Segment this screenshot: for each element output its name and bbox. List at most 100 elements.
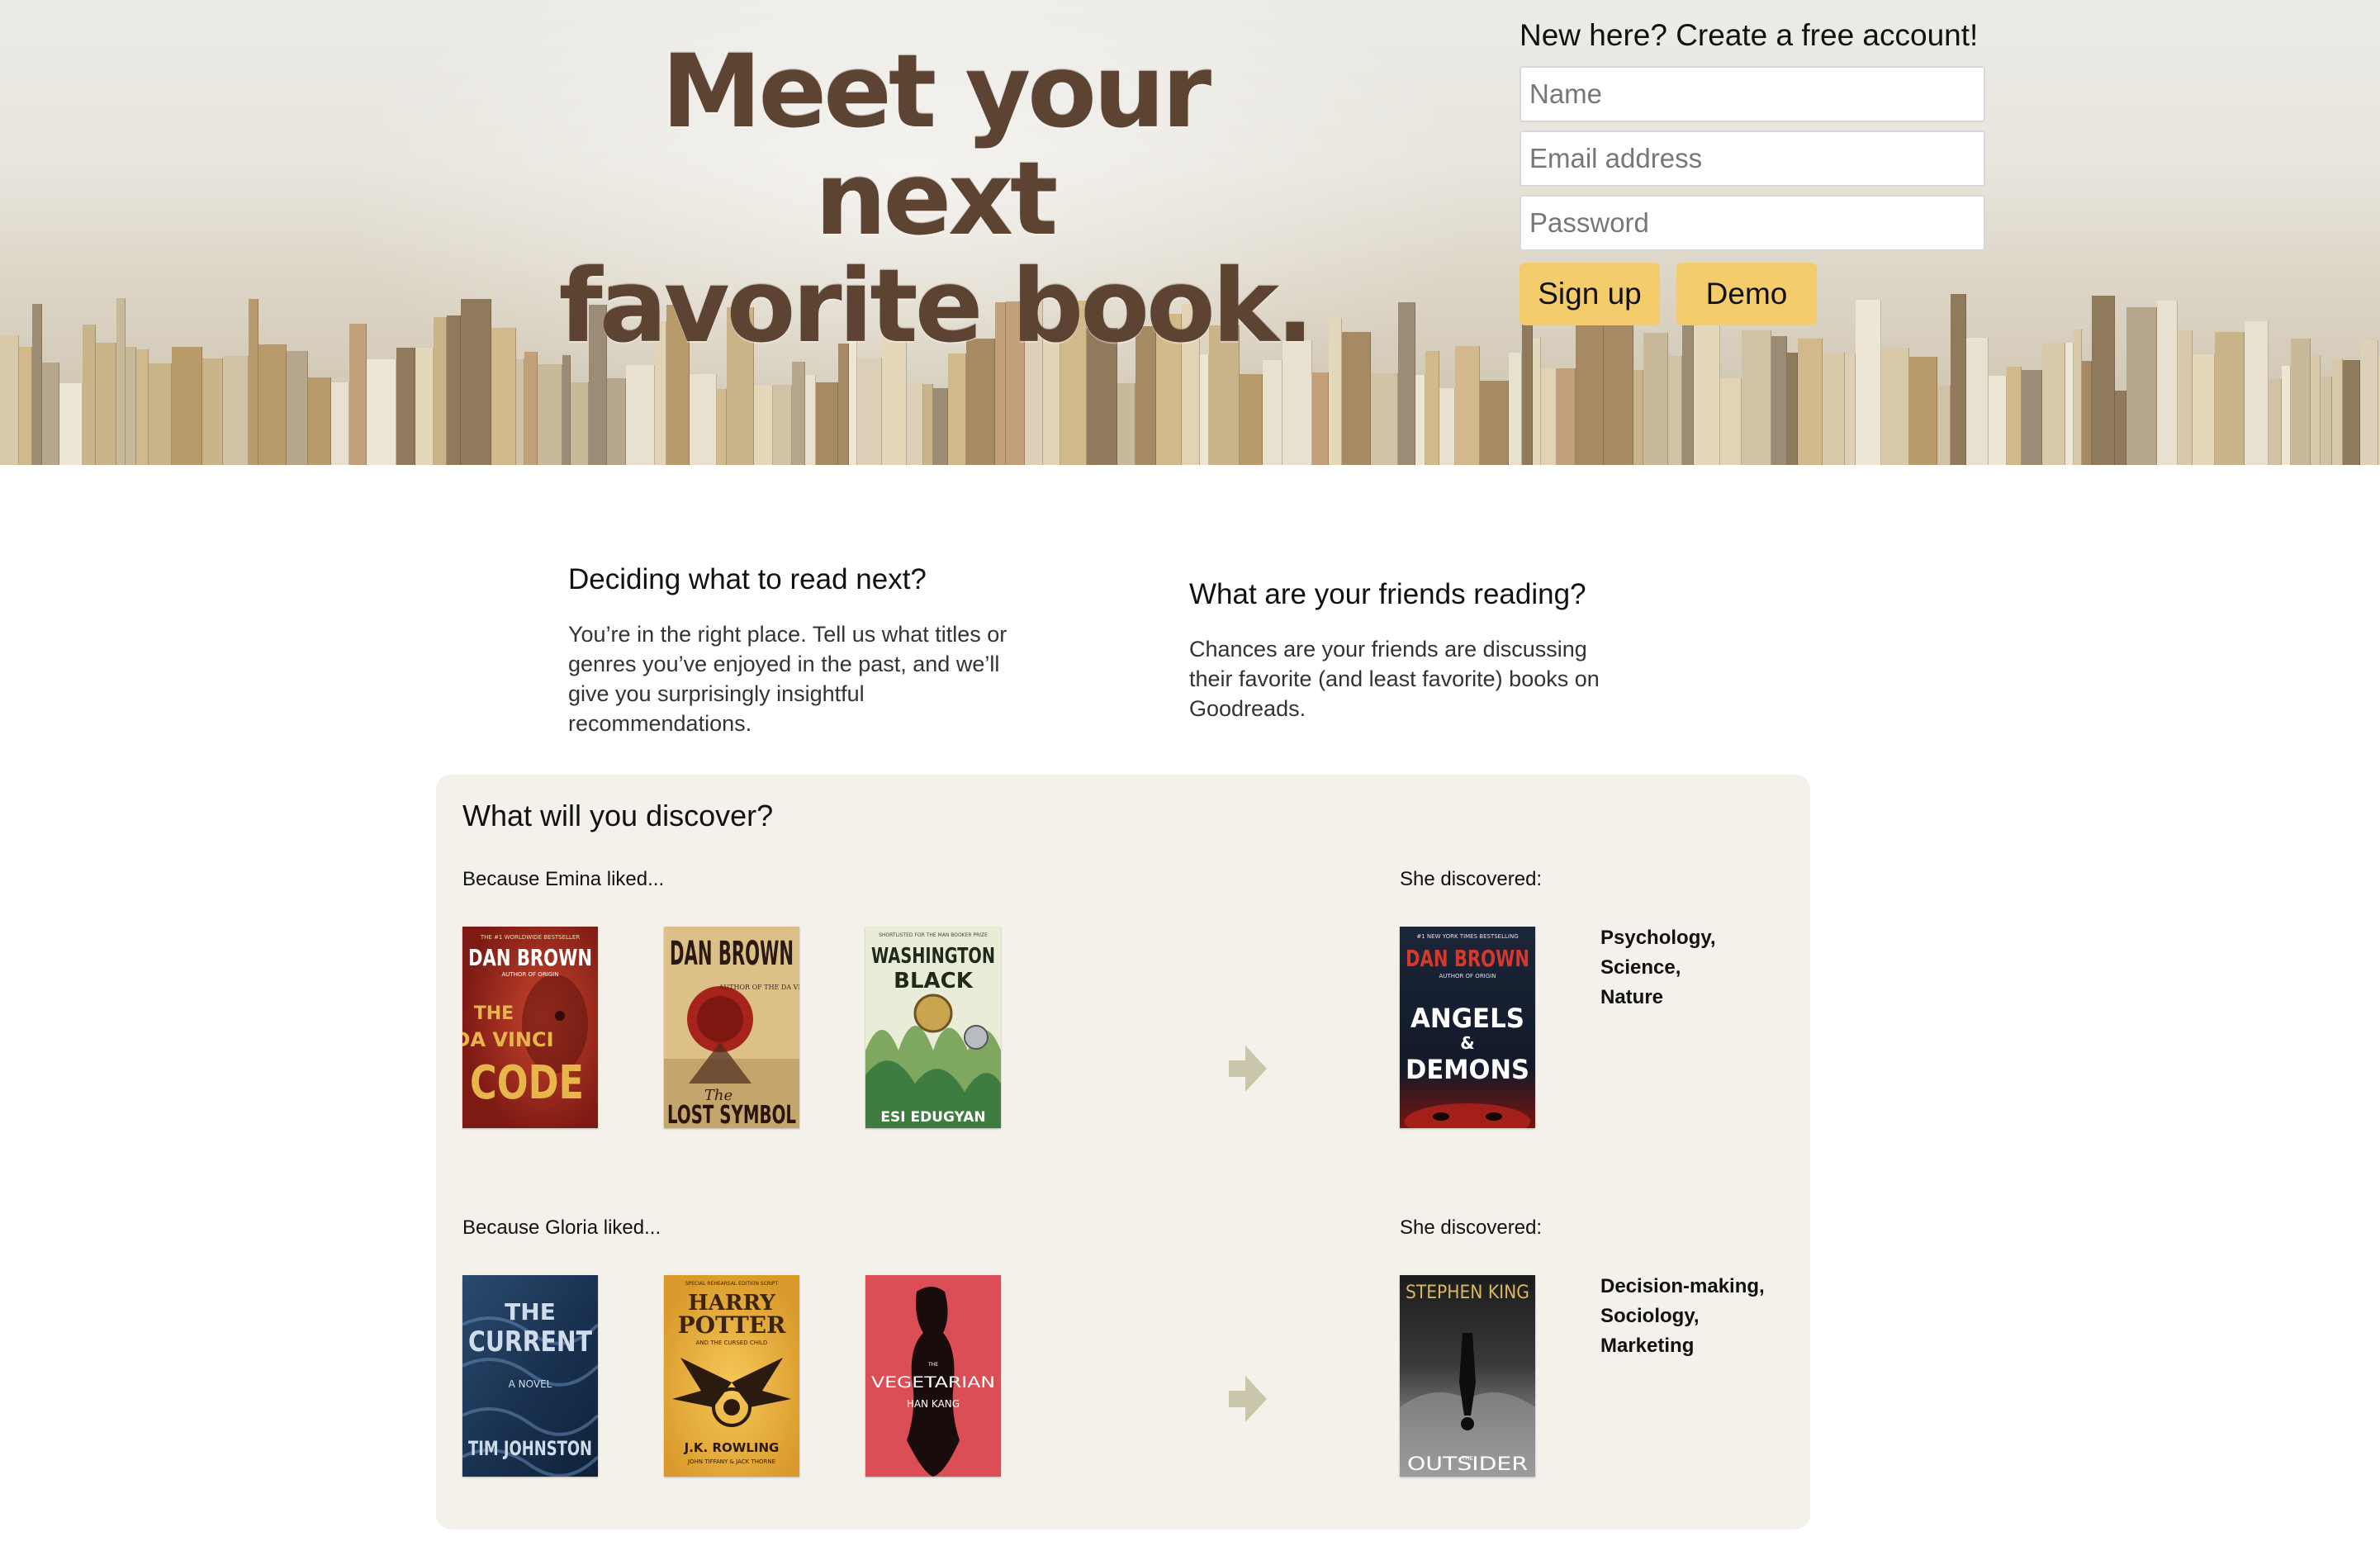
- svg-text:ANGELS: ANGELS: [1410, 1003, 1524, 1034]
- book-spine: [907, 383, 923, 465]
- book-spine: [2178, 330, 2193, 465]
- book-cover-the-vegetarian[interactable]: THE VEGETARIAN HAN KANG: [865, 1275, 1001, 1477]
- book-spine: [1989, 376, 2007, 465]
- svg-text:POTTER: POTTER: [678, 1311, 786, 1339]
- svg-text:THE: THE: [927, 1362, 938, 1368]
- book-spine: [1633, 370, 1643, 465]
- book-spine-edge: [2244, 332, 2245, 465]
- book-spine: [538, 364, 562, 465]
- headline-line-1: Meet your next: [661, 33, 1211, 258]
- book-spine: [349, 324, 367, 465]
- name-field[interactable]: [1520, 66, 1985, 122]
- book-spine: [172, 347, 202, 465]
- book-spine-edge: [1328, 372, 1329, 465]
- book-spine: [2092, 296, 2115, 465]
- book-spine-edge: [588, 382, 589, 465]
- book-spine: [2343, 360, 2360, 465]
- book-spine: [59, 383, 83, 465]
- book-spine: [136, 349, 149, 465]
- book-spine: [571, 382, 589, 465]
- book-spine: [1787, 353, 1798, 465]
- book-cover-lost-symbol[interactable]: DAN BROWN AUTHOR OF THE DA VINCI CODE Th…: [664, 927, 799, 1128]
- book-spine-edge: [2091, 361, 2092, 465]
- book-spine: [287, 351, 308, 465]
- discover-title: What will you discover?: [462, 799, 774, 832]
- feature-heading: What are your friends reading?: [1189, 578, 1586, 610]
- book-cover-the-outsider[interactable]: STEPHEN KING THE OUTSIDER: [1400, 1275, 1535, 1477]
- book-spine-edge: [947, 388, 948, 465]
- demo-button[interactable]: Demo: [1676, 263, 1817, 325]
- book-spine-edge: [537, 352, 538, 465]
- sign-up-button[interactable]: Sign up: [1520, 263, 1660, 325]
- book-spine: [2022, 370, 2042, 465]
- book-spine-edge: [1397, 373, 1398, 465]
- book-spine-edge: [446, 317, 447, 465]
- book-spine-edge: [1797, 353, 1798, 465]
- hero-headline: Meet your next favorite book.: [555, 38, 1315, 360]
- book-spine-edge: [1341, 318, 1342, 465]
- book-spine: [367, 359, 396, 465]
- book-spine-edge: [1208, 354, 1209, 465]
- book-spine: [1771, 336, 1787, 465]
- book-spine-edge: [2290, 366, 2291, 465]
- book-spine: [1342, 332, 1371, 465]
- book-spine-edge: [1741, 378, 1742, 465]
- book-spine-edge: [1908, 348, 1909, 465]
- feature-deciding: Deciding what to read next? You’re in th…: [568, 562, 1014, 738]
- book-spine-edge: [654, 365, 655, 465]
- svg-text:OUTSIDER: OUTSIDER: [1407, 1454, 1528, 1475]
- book-spine: [2321, 377, 2332, 465]
- book-cover-harry-potter[interactable]: SPECIAL REHEARSAL EDITION SCRIPT HARRY P…: [664, 1275, 799, 1477]
- book-spine: [149, 363, 172, 465]
- book-spine: [1415, 375, 1425, 465]
- svg-text:VEGETARIAN: VEGETARIAN: [871, 1373, 995, 1392]
- book-spine: [1845, 353, 1856, 465]
- book-spine: [857, 358, 882, 465]
- svg-text:#1 NEW YORK TIMES BESTSELLING: #1 NEW YORK TIMES BESTSELLING: [1416, 933, 1518, 940]
- book-spine: [1533, 338, 1541, 465]
- svg-text:A NOVEL: A NOVEL: [509, 1378, 552, 1390]
- book-spine-edge: [1532, 319, 1533, 465]
- book-spine: [1557, 368, 1576, 465]
- book-spine: [447, 315, 461, 465]
- book-spine: [308, 377, 331, 465]
- book-cover-da-vinci-code[interactable]: THE #1 WORLDWIDE BESTSELLER DAN BROWN AU…: [462, 927, 598, 1128]
- book-spine: [1720, 378, 1742, 465]
- book-cover-washington-black[interactable]: SHORTLISTED FOR THE MAN BOOKER PRIZE WAS…: [865, 927, 1001, 1128]
- email-field[interactable]: [1520, 130, 1985, 187]
- book-cover-angels-demons[interactable]: #1 NEW YORK TIMES BESTSELLING DAN BROWN …: [1400, 927, 1535, 1128]
- book-spine-edge: [433, 348, 434, 465]
- book-spine: [1668, 356, 1682, 465]
- book-spine: [1742, 330, 1771, 465]
- book-spine-edge: [1681, 356, 1682, 465]
- book-spine-edge: [82, 383, 83, 465]
- book-spine-edge: [837, 382, 838, 465]
- book-spine: [1823, 353, 1845, 465]
- book-spine-edge: [965, 353, 966, 465]
- book-spine: [2115, 391, 2126, 465]
- book-spine-edge: [171, 363, 172, 465]
- book-spine: [2126, 307, 2157, 465]
- book-spine-edge: [1508, 381, 1509, 465]
- book-spine: [948, 353, 966, 465]
- book-spine-edge: [2268, 321, 2269, 465]
- book-spine: [516, 359, 524, 465]
- genre-item: Science,: [1600, 956, 1681, 979]
- book-cover-the-current[interactable]: THE CURRENT A NOVEL TIM JOHNSTON: [462, 1275, 598, 1477]
- book-spine-edge: [1719, 321, 1720, 465]
- arrow-right-icon: [1229, 1046, 1267, 1092]
- book-spine: [1455, 346, 1480, 465]
- book-spine: [258, 344, 287, 465]
- svg-text:DAN BROWN: DAN BROWN: [1406, 945, 1529, 972]
- svg-text:CODE: CODE: [470, 1056, 584, 1110]
- book-spine: [1312, 372, 1329, 465]
- book-spine: [96, 343, 116, 465]
- because-caption: Because Emina liked...: [462, 868, 665, 890]
- book-spine: [223, 356, 249, 465]
- book-spine-edge: [366, 324, 367, 465]
- book-spine-edge: [1454, 388, 1455, 465]
- book-spine: [2215, 332, 2245, 465]
- book-spine-edge: [2320, 356, 2321, 465]
- book-spine-edge: [1540, 338, 1541, 465]
- password-field[interactable]: [1520, 195, 1985, 251]
